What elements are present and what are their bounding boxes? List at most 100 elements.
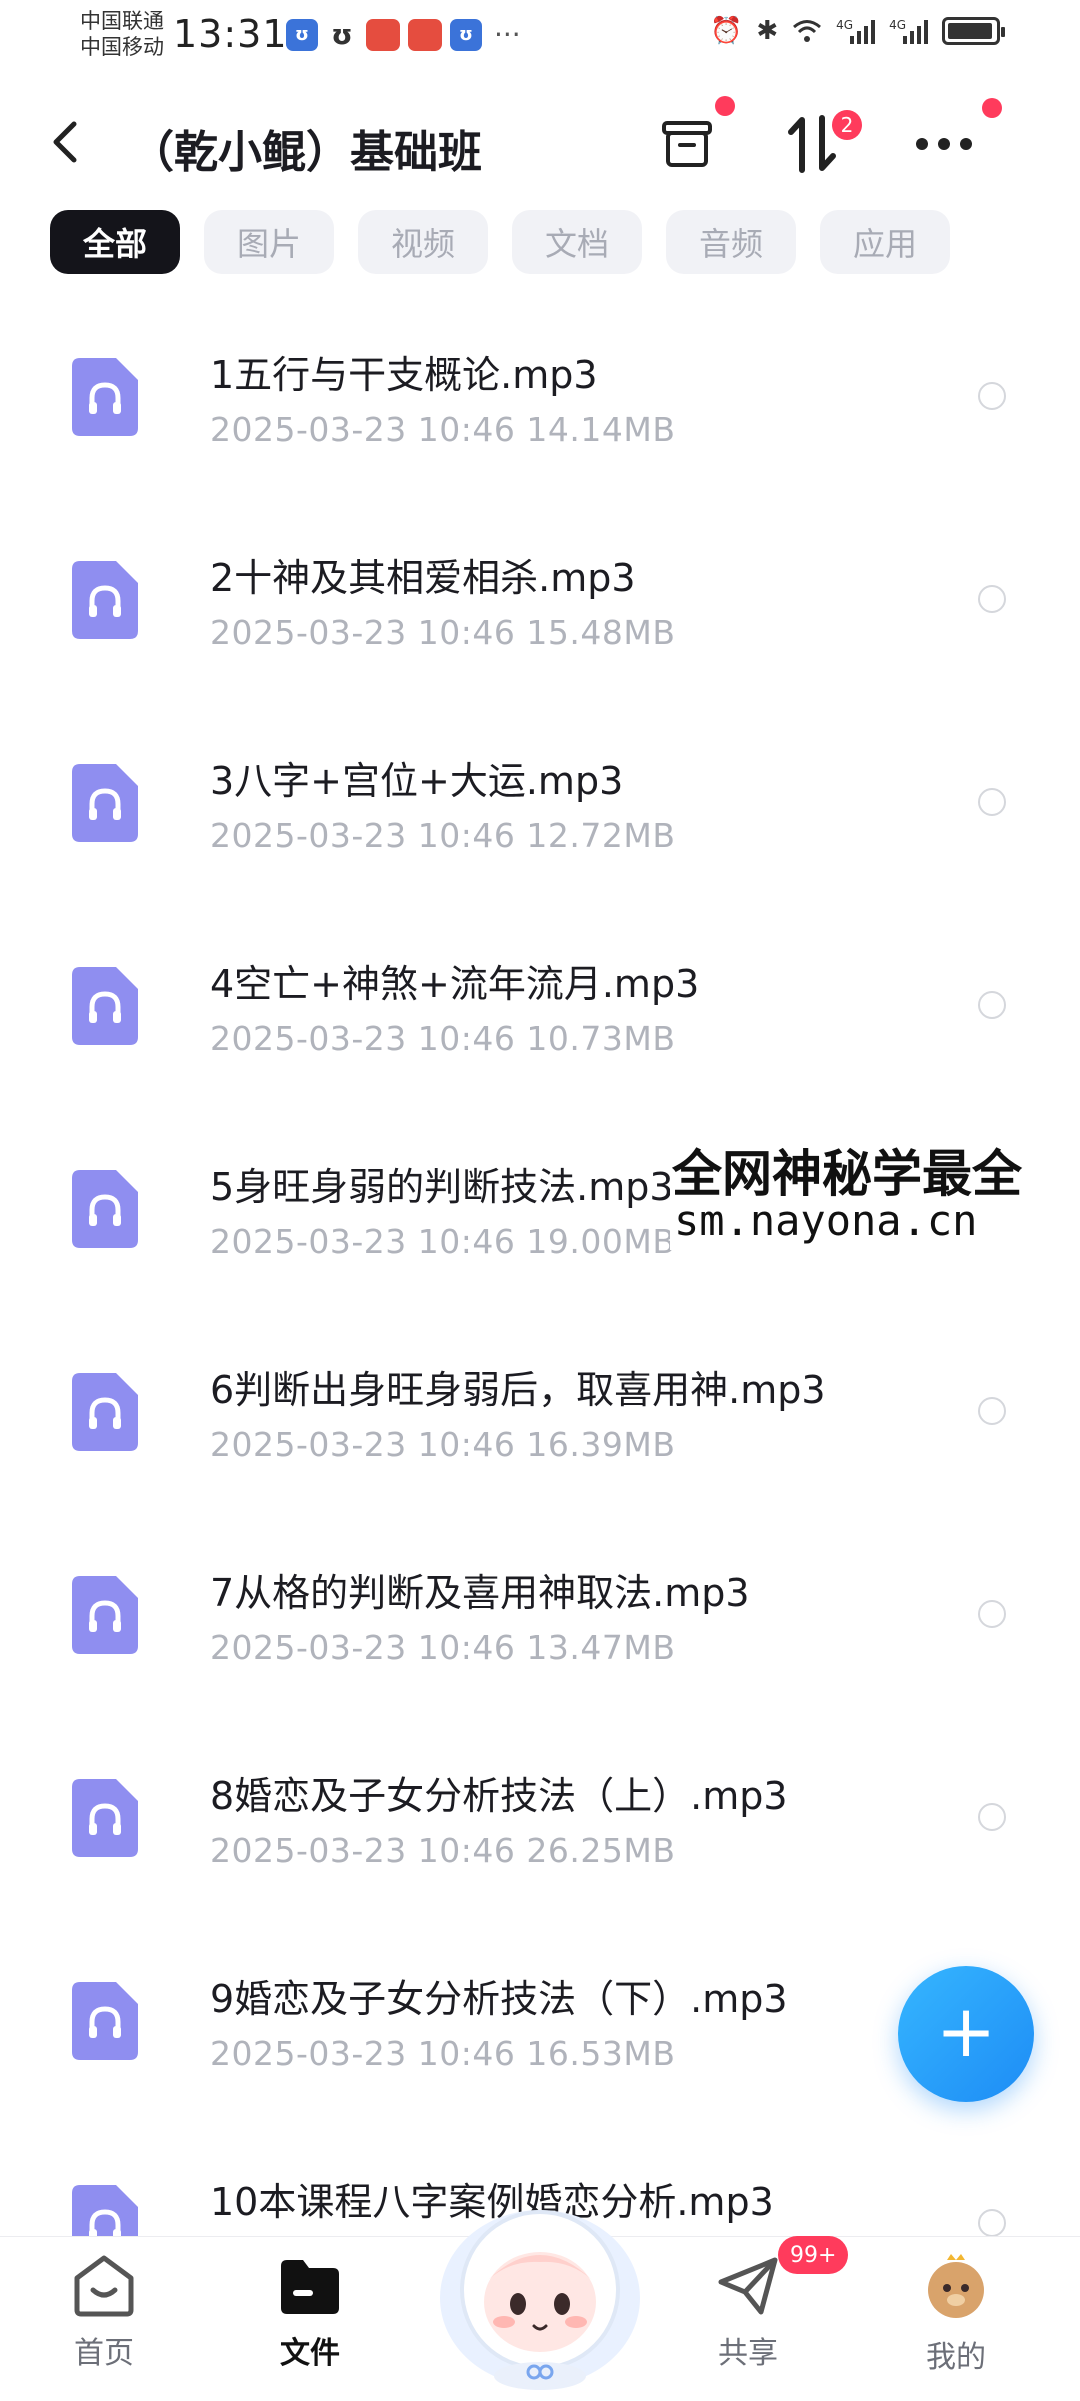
select-radio[interactable]: [978, 585, 1006, 613]
nav-files-label: 文件: [280, 2336, 340, 2371]
bluetooth-icon: ✱: [756, 16, 779, 46]
top-bar: （乾小鲲）基础班 2: [0, 96, 1080, 190]
file-size: 16.53MB: [526, 2034, 676, 2073]
plus-icon: +: [935, 1989, 997, 2073]
tab-videos[interactable]: 视频: [358, 210, 488, 274]
sort-arrows-icon: [788, 115, 836, 173]
file-date: 2025-03-23 10:46: [210, 613, 516, 652]
file-size: 12.72MB: [526, 816, 676, 855]
system-icons: ⏰ ✱ 4G 4G: [709, 16, 1005, 46]
file-date: 2025-03-23 10:46: [210, 1019, 516, 1058]
tab-audio[interactable]: 音频: [666, 210, 796, 274]
list-item[interactable]: 6判断出身旺身弱后，取喜用神.mp3 2025-03-23 10:46 16.3…: [0, 1345, 1080, 1548]
sort-badge: 2: [832, 110, 862, 140]
filter-tabs: 全部 图片 视频 文档 音频 应用: [50, 210, 950, 274]
notification-icons: ʊ ʊ ʊ ···: [286, 18, 521, 51]
file-size: 10.73MB: [526, 1019, 676, 1058]
select-radio[interactable]: [978, 1397, 1006, 1425]
file-name: 1五行与干支概论.mp3: [210, 353, 598, 397]
wifi-icon: [793, 20, 822, 42]
select-radio[interactable]: [978, 2209, 1006, 2237]
audio-file-icon: [72, 1576, 138, 1654]
carrier-2: 中国移动: [80, 35, 164, 59]
more-options-button[interactable]: [912, 98, 1002, 176]
archive-box-icon: [662, 121, 712, 167]
nav-mine-label: 我的: [926, 2340, 986, 2375]
audio-file-icon: [72, 1982, 138, 2060]
notification-dot: [982, 98, 1002, 118]
file-date: 2025-03-23 10:46: [210, 410, 516, 449]
more-dots-icon: [916, 138, 972, 150]
file-name: 2十神及其相爱相杀.mp3: [210, 556, 636, 600]
list-item[interactable]: 3八字+宫位+大运.mp3 2025-03-23 10:46 12.72MB: [0, 736, 1080, 939]
nav-mine[interactable]: 我的: [896, 2252, 1016, 2376]
file-name: 3八字+宫位+大运.mp3: [210, 759, 624, 803]
file-meta: 2025-03-23 10:46 13.47MB: [210, 1628, 675, 1667]
tab-apps[interactable]: 应用: [820, 210, 950, 274]
battery-icon: [942, 17, 1005, 45]
audio-file-icon: [72, 358, 138, 436]
app-notification-icon: [366, 18, 400, 51]
carrier-info: 中国联通 中国移动: [80, 8, 164, 60]
status-time: 13:31: [173, 12, 288, 56]
file-size: 13.47MB: [526, 1628, 676, 1667]
audio-file-icon: [72, 764, 138, 842]
app-notification-icon: [408, 18, 442, 51]
file-meta: 2025-03-23 10:46 26.25MB: [210, 1831, 675, 1870]
list-item[interactable]: 8婚恋及子女分析技法（上）.mp3 2025-03-23 10:46 26.25…: [0, 1751, 1080, 1954]
file-meta: 2025-03-23 10:46 14.14MB: [210, 410, 675, 449]
app-notification-icon: ʊ: [286, 18, 318, 51]
file-meta: 2025-03-23 10:46 16.39MB: [210, 1425, 675, 1464]
list-item[interactable]: 1五行与干支概论.mp3 2025-03-23 10:46 14.14MB: [0, 330, 1080, 533]
file-size: 15.48MB: [526, 613, 676, 652]
folder-icon: [281, 2260, 339, 2314]
list-item[interactable]: 7从格的判断及喜用神取法.mp3 2025-03-23 10:46 13.47M…: [0, 1548, 1080, 1751]
file-size: 14.14MB: [526, 410, 676, 449]
page-title: （乾小鲲）基础班: [130, 127, 482, 178]
file-size: 26.25MB: [526, 1831, 676, 1870]
select-radio[interactable]: [978, 788, 1006, 816]
select-radio[interactable]: [978, 1600, 1006, 1628]
file-name: 6判断出身旺身弱后，取喜用神.mp3: [210, 1368, 826, 1412]
file-name: 5身旺身弱的判断技法.mp3: [210, 1165, 674, 1209]
tab-images[interactable]: 图片: [204, 210, 334, 274]
share-badge: 99+: [778, 2236, 849, 2274]
file-name: 9婚恋及子女分析技法（下）.mp3: [210, 1977, 788, 2021]
select-radio[interactable]: [978, 382, 1006, 410]
chevron-left-icon: [53, 121, 77, 163]
sort-button[interactable]: 2: [780, 110, 862, 176]
tab-all[interactable]: 全部: [50, 210, 180, 274]
file-date: 2025-03-23 10:46: [210, 816, 516, 855]
file-name: 7从格的判断及喜用神取法.mp3: [210, 1571, 750, 1615]
select-radio[interactable]: [978, 1803, 1006, 1831]
nav-home[interactable]: 首页: [44, 2252, 164, 2372]
audio-file-icon: [72, 561, 138, 639]
carrier-1: 中国联通: [80, 9, 164, 33]
add-button[interactable]: +: [898, 1966, 1034, 2102]
file-meta: 2025-03-23 10:46 10.73MB: [210, 1019, 675, 1058]
audio-file-icon: [72, 1373, 138, 1451]
nav-files[interactable]: 文件: [250, 2252, 370, 2372]
tab-documents[interactable]: 文档: [512, 210, 642, 274]
file-date: 2025-03-23 10:46: [210, 1831, 516, 1870]
home-icon: [74, 2255, 134, 2317]
file-date: 2025-03-23 10:46: [210, 1222, 516, 1261]
alarm-icon: ⏰: [709, 16, 743, 46]
file-date: 2025-03-23 10:46: [210, 2034, 516, 2073]
watermark-url: sm.nayona.cn: [674, 1196, 978, 1245]
nav-share-label: 共享: [718, 2336, 778, 2371]
app-notification-icon: ʊ: [331, 18, 353, 51]
select-radio[interactable]: [978, 991, 1006, 1019]
file-meta: 2025-03-23 10:46 19.00MB: [210, 1222, 675, 1261]
list-item[interactable]: 2十神及其相爱相杀.mp3 2025-03-23 10:46 15.48MB: [0, 533, 1080, 736]
file-meta: 2025-03-23 10:46 15.48MB: [210, 613, 675, 652]
back-button[interactable]: [50, 120, 80, 176]
notification-dot: [715, 96, 735, 116]
mascot-assistant-icon[interactable]: [430, 2180, 650, 2390]
file-name: 4空亡+神煞+流年流月.mp3: [210, 962, 700, 1006]
transfer-list-button[interactable]: [655, 96, 735, 176]
list-item[interactable]: 4空亡+神煞+流年流月.mp3 2025-03-23 10:46 10.73MB: [0, 939, 1080, 1142]
file-meta: 2025-03-23 10:46 16.53MB: [210, 2034, 675, 2073]
file-size: 19.00MB: [526, 1222, 676, 1261]
signal-icon: 4G: [889, 18, 928, 44]
